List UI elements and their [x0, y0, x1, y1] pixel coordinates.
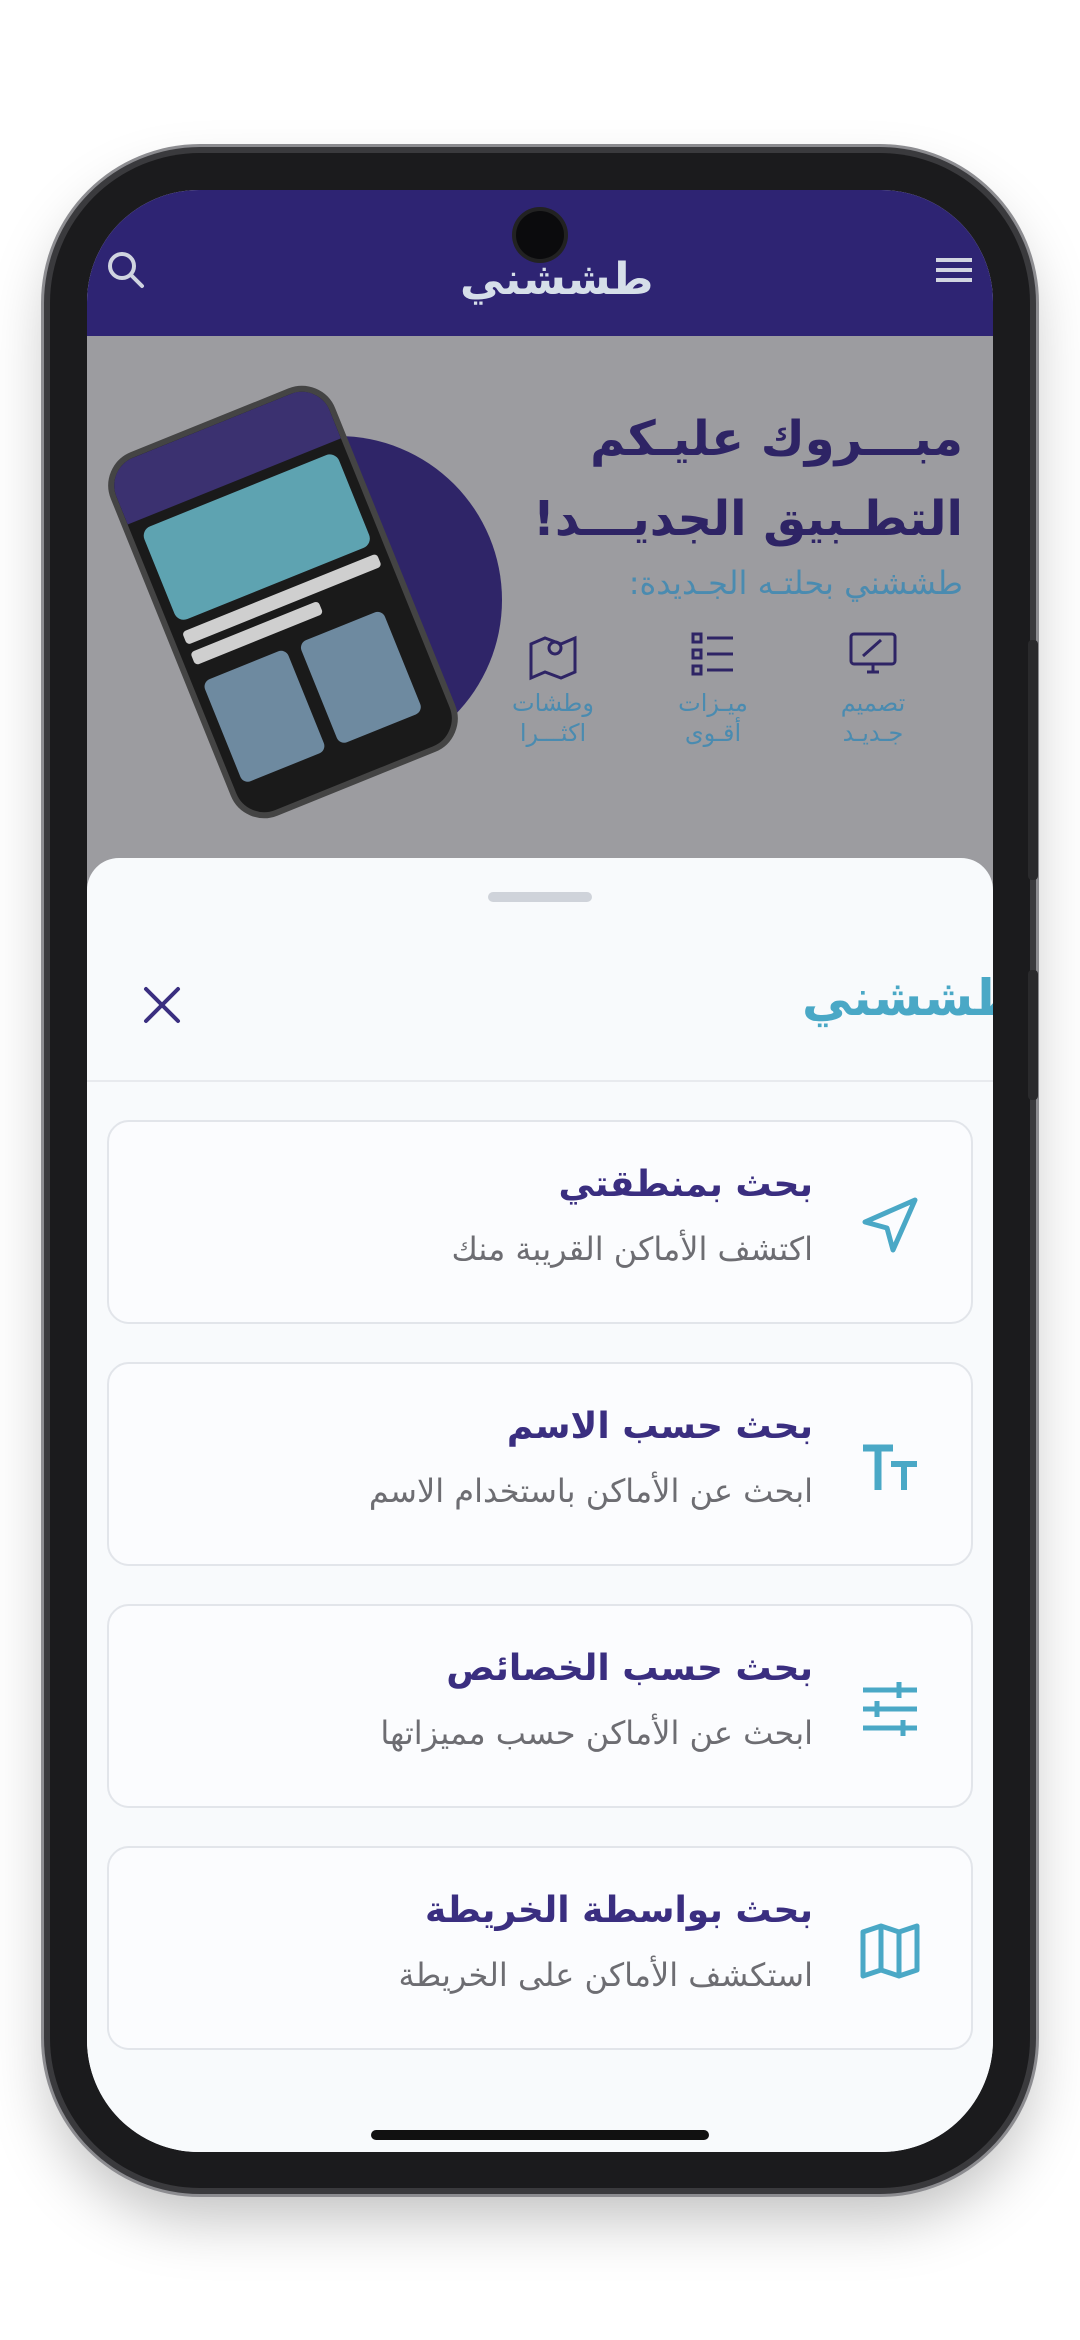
option-subtitle: استكشف الأماكن على الخريطة — [398, 1956, 813, 1994]
navigation-arrow-icon — [859, 1194, 921, 1256]
banner-subline: طششني بحلتـه الجـديدة: — [628, 564, 963, 602]
divider — [87, 1080, 993, 1082]
monitor-design-icon — [849, 632, 897, 674]
promo-banner[interactable]: مبـــروك عليـكم التطـبيق الجديـــد! طششن… — [87, 336, 993, 896]
volume-button — [1028, 640, 1038, 880]
map-location-icon — [529, 635, 577, 681]
option-title: بحث حسب الخصائص — [446, 1648, 813, 1689]
banner-headline-2: التطـبيق الجديـــد! — [532, 491, 963, 547]
search-by-map-option[interactable]: بحث بواسطة الخريطة استكشف الأماكن على ال… — [107, 1846, 973, 2050]
drag-handle[interactable] — [488, 892, 592, 902]
phone-screen: طششني مبـــروك عليـكم التطـبيق الجديـــد… — [87, 190, 993, 2152]
close-icon — [144, 987, 180, 1023]
option-title: بحث بواسطة الخريطة — [425, 1890, 813, 1931]
search-by-name-option[interactable]: بحث حسب الاسم ابحث عن الأماكن باستخدام ا… — [107, 1362, 973, 1566]
option-title: بحث بمنطقتي — [558, 1164, 813, 1205]
search-icon[interactable] — [102, 246, 150, 294]
home-indicator[interactable] — [371, 2130, 709, 2140]
feature-item: تصميم جـديـد — [813, 626, 933, 766]
banner-phone-image — [97, 374, 469, 830]
text-size-icon — [859, 1436, 921, 1498]
option-subtitle: اكتشف الأماكن القريبة منك — [451, 1230, 813, 1268]
feature-item: وطشات اكثـــرا — [493, 626, 613, 766]
checklist-icon — [691, 632, 733, 676]
sheet-logo: طششني — [802, 969, 993, 1027]
front-camera — [516, 211, 564, 259]
search-by-features-option[interactable]: بحث حسب الخصائص ابحث عن الأماكن حسب مميز… — [107, 1604, 973, 1808]
option-subtitle: ابحث عن الأماكن باستخدام الاسم — [368, 1472, 813, 1510]
banner-headline-1: مبـــروك عليـكم — [590, 411, 963, 467]
map-icon — [859, 1920, 921, 1982]
search-nearby-option[interactable]: بحث بمنطقتي اكتشف الأماكن القريبة منك — [107, 1120, 973, 1324]
close-button[interactable] — [127, 970, 197, 1040]
hamburger-menu-icon[interactable] — [930, 246, 978, 294]
search-bottom-sheet: طششني بحث بمنطقتي اكتشف الأماكن القريبة … — [87, 858, 993, 2152]
power-button — [1028, 970, 1038, 1100]
sliders-icon — [859, 1678, 921, 1740]
option-title: بحث حسب الاسم — [506, 1406, 813, 1447]
banner-features: تصميم جـديـد ميـزات أقـوى وطشات اكثـــرا — [493, 626, 933, 766]
feature-item: ميـزات أقـوى — [653, 626, 773, 766]
option-subtitle: ابحث عن الأماكن حسب مميزاتها — [380, 1714, 813, 1752]
